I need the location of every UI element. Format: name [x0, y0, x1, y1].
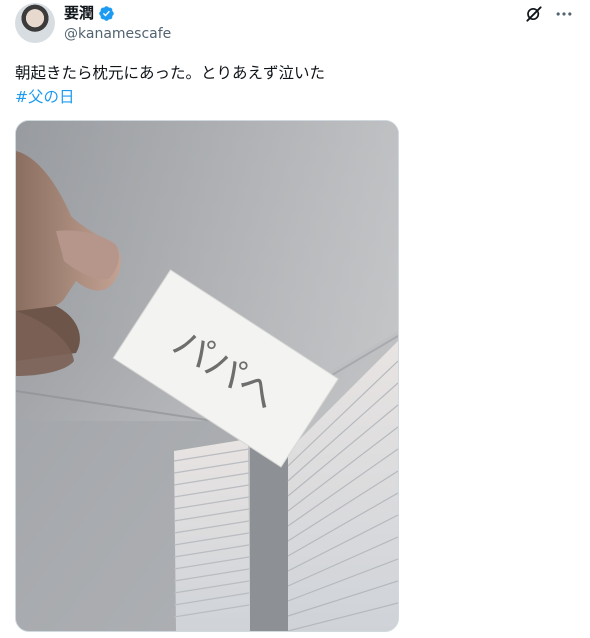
display-name[interactable]: 要潤	[64, 4, 94, 22]
window-blinds-left	[173, 439, 250, 631]
hashtag-link[interactable]: #父の日	[15, 86, 75, 108]
verified-badge-icon	[99, 5, 114, 21]
avatar[interactable]	[15, 3, 55, 43]
grok-icon[interactable]	[524, 4, 544, 24]
user-handle[interactable]: @kanamescafe	[64, 26, 171, 43]
tweet-top-actions	[524, 4, 574, 24]
author-name-row: 要潤	[64, 4, 115, 22]
tweet-text: 朝起きたら枕元にあった。とりあえず泣いた	[15, 64, 326, 82]
tweet-photo[interactable]: パパへ	[15, 120, 399, 632]
more-icon[interactable]	[554, 4, 574, 24]
photo-scene: パパへ	[16, 121, 398, 631]
